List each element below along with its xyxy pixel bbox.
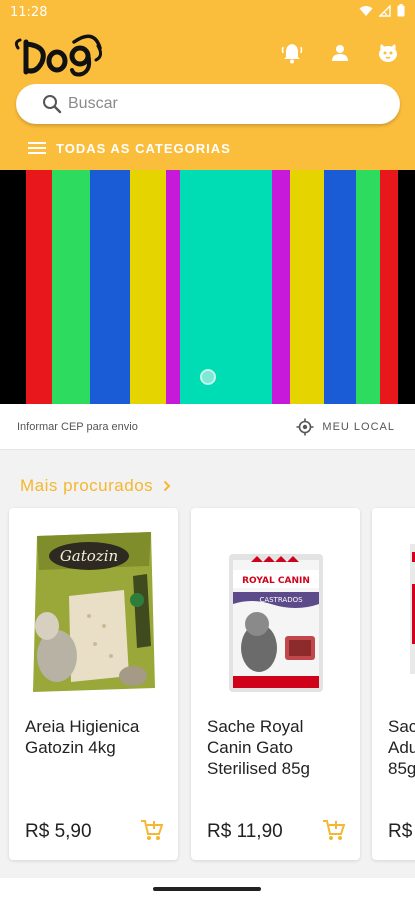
svg-text:ROYAL CANIN: ROYAL CANIN	[242, 576, 310, 586]
categories-label: TODAS AS CATEGORIAS	[56, 140, 231, 156]
product-price: R$ 11,90	[207, 821, 283, 842]
banner-stripe	[380, 170, 398, 404]
product-name: Sac Adu 85g	[388, 717, 415, 778]
status-icons	[359, 4, 405, 17]
product-card[interactable]: Sac Adu 85g R$	[372, 508, 415, 860]
user-icon	[332, 45, 348, 61]
location-target-icon	[296, 418, 314, 436]
banner-stripe	[166, 170, 180, 404]
banner-stripe	[398, 170, 415, 404]
bell-icon	[281, 44, 303, 64]
search-input[interactable]	[68, 92, 368, 116]
product-name: Areia Higienica Gatozin 4kg	[25, 717, 140, 757]
app-header: TODAS AS CATEGORIAS	[0, 26, 415, 170]
chevron-right-icon	[163, 480, 171, 492]
all-categories-menu[interactable]: TODAS AS CATEGORIAS	[28, 136, 231, 160]
banner-stripe	[130, 170, 166, 404]
menu-icon	[28, 142, 46, 154]
wifi-icon	[359, 5, 373, 16]
banner-stripe	[0, 170, 26, 404]
banner-stripe	[180, 170, 272, 404]
section-title: Mais procurados	[20, 476, 154, 495]
banner-page-indicator[interactable]	[200, 369, 216, 385]
banner-stripe	[324, 170, 356, 404]
product-price: R$	[388, 821, 413, 842]
banner-stripe	[356, 170, 380, 404]
account-button[interactable]	[327, 40, 353, 66]
banner-stripe	[90, 170, 130, 404]
most-searched-link[interactable]: Mais procurados	[20, 476, 171, 496]
my-location-button[interactable]: MEU LOCAL	[296, 418, 395, 436]
system-nav-bar	[0, 878, 415, 900]
add-to-cart-icon[interactable]	[322, 818, 346, 842]
dog-logo[interactable]	[14, 32, 104, 78]
product-image-royal-canin: ROYAL CANIN CASTRADOS	[229, 554, 323, 692]
banner-stripe	[272, 170, 290, 404]
signal-icon	[379, 4, 391, 17]
search-icon	[43, 95, 62, 114]
my-location-label: MEU LOCAL	[322, 421, 395, 433]
pet-face-icon	[379, 44, 397, 62]
product-image-partial	[410, 544, 415, 674]
cep-label[interactable]: Informar CEP para envio	[17, 421, 138, 433]
pet-button[interactable]	[375, 40, 401, 66]
product-image-gatozin: Gatozin	[33, 532, 155, 692]
banner-stripe	[290, 170, 324, 404]
notifications-button[interactable]	[279, 40, 305, 66]
product-card[interactable]: Gatozin Areia Higienica Gatozin 4kg R$ 5…	[9, 508, 178, 860]
status-bar: 11:28	[0, 0, 415, 26]
add-to-cart-icon[interactable]	[140, 818, 164, 842]
battery-icon	[397, 4, 405, 17]
banner-stripe	[26, 170, 52, 404]
home-gesture-handle[interactable]	[153, 887, 261, 891]
product-price: R$ 5,90	[25, 821, 92, 842]
shipping-cep-bar: Informar CEP para envio MEU LOCAL	[0, 404, 415, 450]
svg-text:CASTRADOS: CASTRADOS	[259, 596, 303, 604]
search-bar[interactable]	[16, 84, 400, 124]
header-actions	[279, 40, 401, 66]
banner-stripe	[52, 170, 90, 404]
product-card[interactable]: ROYAL CANIN CASTRADOS Sache Royal Canin …	[191, 508, 360, 860]
product-name: Sache Royal Canin Gato Sterilised 85g	[207, 717, 311, 778]
status-time: 11:28	[10, 5, 48, 20]
svg-text:Gatozin: Gatozin	[60, 547, 118, 565]
